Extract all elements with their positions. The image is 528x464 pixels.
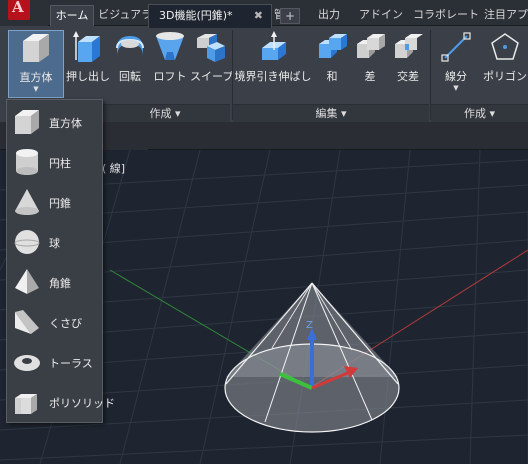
- presspull-button-label: 境界引き伸ばし: [234, 70, 312, 83]
- tab-addins[interactable]: アドイン: [354, 5, 408, 26]
- union-button[interactable]: 和: [314, 30, 350, 94]
- menu-item-torus[interactable]: トーラス: [7, 342, 102, 382]
- document-tab[interactable]: 3D機能(円錐)* ✖: [148, 4, 272, 28]
- sweep-button[interactable]: スイープ: [190, 30, 234, 94]
- intersect-button-label: 交差: [397, 70, 419, 83]
- view-style-label[interactable]: ( 線]: [102, 160, 125, 176]
- tab-collaborate[interactable]: コラボレート: [412, 5, 480, 26]
- revolve-button-label: 回転: [119, 70, 141, 83]
- sweep-button-label: スイープ: [190, 70, 234, 83]
- box-button-label: 直方体: [19, 71, 53, 84]
- extrude-button[interactable]: 押し出し: [66, 30, 110, 94]
- line-button-label: 線分: [445, 70, 467, 83]
- wedge-icon: [15, 310, 39, 334]
- menu-item-label: 角錐: [49, 277, 71, 290]
- subtract-button[interactable]: 差: [352, 30, 388, 94]
- box-icon: [15, 110, 39, 134]
- intersect-icon: [395, 34, 423, 58]
- menu-item-label: 球: [49, 237, 60, 250]
- subtract-button-label: 差: [364, 70, 376, 83]
- polygon-button-label: ポリゴン: [483, 70, 527, 83]
- torus-icon: [14, 355, 40, 371]
- cone-icon: [15, 189, 39, 215]
- menu-item-label: 直方体: [49, 117, 82, 130]
- chevron-down-icon: ▼: [33, 85, 39, 93]
- union-icon: [319, 34, 347, 58]
- menu-item-cylinder[interactable]: 円柱: [7, 142, 102, 182]
- edit-panel-title[interactable]: 編集 ▾: [233, 104, 429, 122]
- menu-item-polysolid[interactable]: ポリソリッド: [7, 382, 115, 422]
- intersect-button[interactable]: 交差: [390, 30, 426, 94]
- revolve-button[interactable]: 回転: [112, 30, 148, 94]
- extrude-icon: [73, 31, 100, 62]
- polygon-button[interactable]: ポリゴン: [482, 30, 528, 94]
- menu-item-pyramid[interactable]: 角錐: [7, 262, 102, 302]
- extrude-button-label: 押し出し: [66, 70, 110, 83]
- ucs-z-label: Z: [306, 320, 313, 331]
- box-button[interactable]: 直方体 ▼: [8, 30, 64, 98]
- menu-item-label: 円錐: [49, 197, 71, 210]
- union-button-label: 和: [326, 70, 338, 83]
- line-button[interactable]: 線分 ▼: [434, 30, 478, 94]
- sweep-icon: [197, 34, 225, 62]
- box-dropdown-menu: 直方体 円柱 円錐 球 角錐 くさび トーラス ポリソリッド: [6, 99, 115, 423]
- menu-item-cone[interactable]: 円錐: [7, 182, 102, 222]
- menu-item-label: くさび: [49, 317, 82, 330]
- loft-button[interactable]: ロフト: [150, 30, 190, 94]
- modeling-panel-title[interactable]: 作成 ▾: [100, 104, 230, 122]
- polygon-icon: [491, 33, 519, 60]
- pyramid-icon: [15, 269, 39, 294]
- menu-item-box[interactable]: 直方体: [7, 102, 102, 142]
- loft-button-label: ロフト: [153, 70, 187, 83]
- menu-item-label: 円柱: [49, 157, 71, 170]
- new-tab-button[interactable]: +: [280, 8, 300, 24]
- line-icon: [441, 32, 471, 62]
- presspull-button[interactable]: 境界引き伸ばし: [234, 30, 312, 94]
- revolve-icon: [116, 36, 144, 56]
- autocad-logo-icon: A: [8, 0, 30, 20]
- document-tab-title: 3D機能(円錐)*: [159, 9, 233, 22]
- tab-featured-apps[interactable]: 注目アプ: [484, 5, 528, 26]
- chevron-down-icon: ▼: [453, 84, 459, 92]
- subtract-icon: [357, 34, 385, 58]
- box-icon: [23, 34, 49, 62]
- loft-icon: [156, 32, 184, 60]
- draw-panel-title[interactable]: 作成 ▾: [431, 104, 528, 122]
- sphere-icon: [14, 230, 40, 254]
- polysolid-icon: [15, 394, 37, 414]
- cylinder-icon: [16, 149, 38, 175]
- close-icon[interactable]: ✖: [254, 5, 263, 27]
- presspull-icon: [262, 31, 286, 60]
- tab-home[interactable]: ホーム: [50, 5, 94, 26]
- application-menu-button[interactable]: A: [0, 0, 48, 26]
- tab-output[interactable]: 出力: [310, 5, 348, 26]
- menu-item-sphere[interactable]: 球: [7, 222, 102, 262]
- menu-item-label: トーラス: [49, 357, 93, 370]
- menu-item-label: ポリソリッド: [49, 397, 115, 410]
- menu-item-wedge[interactable]: くさび: [7, 302, 102, 342]
